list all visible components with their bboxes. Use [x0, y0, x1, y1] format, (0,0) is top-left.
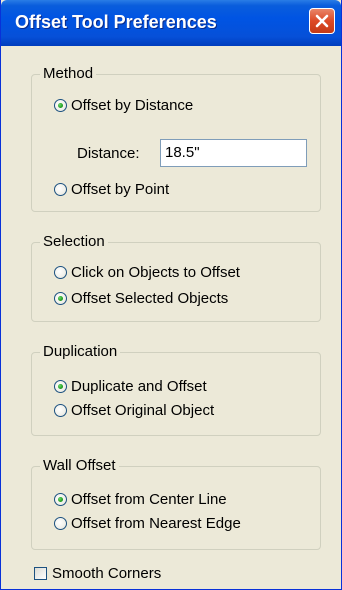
- radio-selected-icon: [54, 493, 67, 506]
- duplicate-and-offset-label: Duplicate and Offset: [71, 378, 207, 395]
- wall-offset-group: Wall Offset Offset from Center Line Offs…: [31, 457, 321, 550]
- wall-offset-group-label: Wall Offset: [40, 457, 119, 474]
- close-button[interactable]: [309, 8, 335, 34]
- close-icon: [315, 14, 329, 28]
- offset-by-point-radio[interactable]: Offset by Point: [54, 181, 169, 198]
- smooth-corners-checkbox[interactable]: Smooth Corners: [34, 565, 161, 582]
- offset-by-point-label: Offset by Point: [71, 181, 170, 198]
- method-group: Method Offset by Distance Distance: 18.5…: [31, 65, 321, 212]
- radio-unselected-icon: [54, 404, 67, 417]
- title-bar[interactable]: Offset Tool Preferences: [1, 0, 341, 46]
- duplicate-and-offset-radio[interactable]: Duplicate and Offset: [54, 378, 207, 395]
- radio-unselected-icon: [54, 517, 67, 530]
- offset-by-distance-label: Offset by Distance: [71, 97, 194, 114]
- selection-group: Selection Click on Objects to Offset Off…: [31, 233, 321, 322]
- click-on-objects-radio[interactable]: Click on Objects to Offset: [54, 264, 240, 281]
- offset-original-object-radio[interactable]: Offset Original Object: [54, 402, 214, 419]
- click-on-objects-label: Click on Objects to Offset: [71, 264, 240, 281]
- distance-input[interactable]: 18.5": [160, 139, 307, 167]
- duplication-group: Duplication Duplicate and Offset Offset …: [31, 343, 321, 436]
- radio-selected-icon: [54, 292, 67, 305]
- radio-unselected-icon: [54, 266, 67, 279]
- dialog-title: Offset Tool Preferences: [15, 12, 217, 32]
- offset-selected-objects-radio[interactable]: Offset Selected Objects: [54, 290, 228, 307]
- offset-from-center-line-label: Offset from Center Line: [71, 491, 227, 508]
- smooth-corners-label: Smooth Corners: [52, 565, 162, 582]
- radio-selected-icon: [54, 380, 67, 393]
- offset-tool-preferences-dialog: Offset Tool Preferences Method Offset by…: [0, 0, 342, 590]
- distance-value: 18.5": [165, 144, 200, 161]
- radio-selected-icon: [54, 99, 67, 112]
- offset-original-object-label: Offset Original Object: [71, 402, 215, 419]
- method-group-label: Method: [40, 65, 97, 82]
- offset-from-nearest-edge-radio[interactable]: Offset from Nearest Edge: [54, 515, 241, 532]
- offset-from-center-line-radio[interactable]: Offset from Center Line: [54, 491, 227, 508]
- radio-unselected-icon: [54, 183, 67, 196]
- duplication-group-label: Duplication: [40, 343, 121, 360]
- offset-from-nearest-edge-label: Offset from Nearest Edge: [71, 515, 241, 532]
- offset-selected-objects-label: Offset Selected Objects: [71, 290, 229, 307]
- offset-by-distance-radio[interactable]: Offset by Distance: [54, 97, 193, 114]
- selection-group-label: Selection: [40, 233, 108, 250]
- distance-label: Distance:: [77, 145, 140, 162]
- checkbox-unchecked-icon: [34, 567, 47, 580]
